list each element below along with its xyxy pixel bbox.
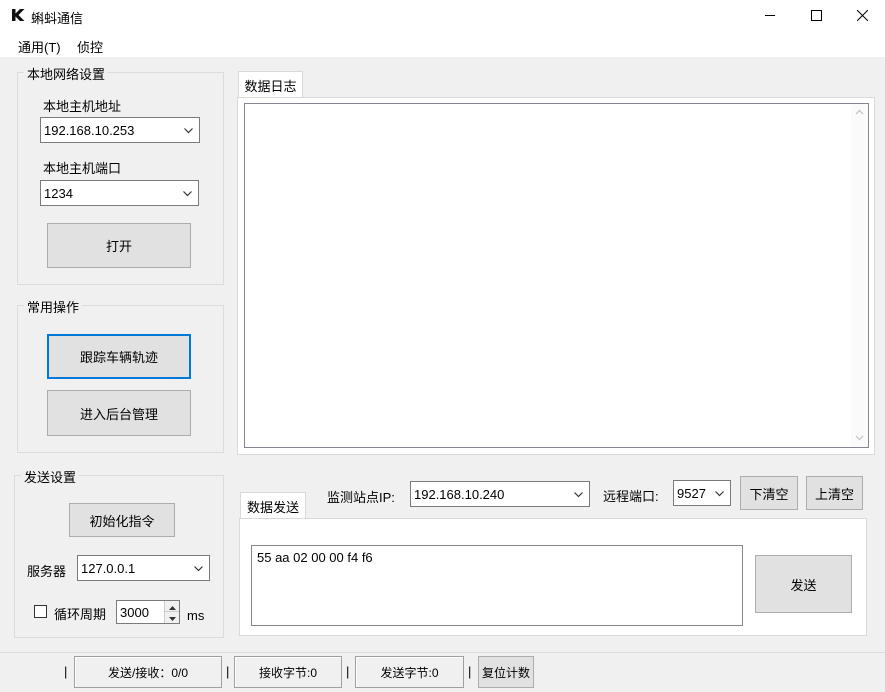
tab-data-send[interactable]: 数据发送 bbox=[240, 492, 306, 519]
app-logo-icon bbox=[12, 9, 25, 21]
chevron-down-icon bbox=[194, 566, 203, 572]
menu-bar: 通用(T) 侦控 bbox=[0, 31, 885, 58]
server-combo[interactable]: 127.0.0.1 bbox=[77, 555, 210, 581]
stepper-up-button[interactable] bbox=[164, 601, 179, 612]
loop-period-stepper[interactable]: 3000 bbox=[116, 600, 180, 624]
close-button[interactable] bbox=[839, 0, 885, 31]
host-address-label: 本地主机地址 bbox=[43, 99, 122, 114]
send-bytes-count: 发送字节:0 bbox=[355, 656, 464, 688]
send-settings-legend: 发送设置 bbox=[21, 467, 80, 486]
loop-period-value: 3000 bbox=[120, 605, 149, 620]
send-button[interactable]: 发送 bbox=[755, 555, 852, 613]
host-port-combo[interactable]: 1234 bbox=[40, 180, 199, 206]
server-value: 127.0.0.1 bbox=[81, 560, 136, 576]
clear-down-button[interactable]: 下清空 bbox=[740, 476, 798, 510]
server-label: 服务器 bbox=[27, 564, 67, 579]
close-icon bbox=[856, 10, 868, 21]
stepper-down-button[interactable] bbox=[164, 612, 179, 623]
chevron-down-icon bbox=[184, 128, 193, 134]
common-ops-legend: 常用操作 bbox=[24, 297, 83, 316]
host-address-combo[interactable]: 192.168.10.253 bbox=[40, 117, 200, 143]
scroll-up-icon bbox=[855, 109, 864, 115]
data-log-scrollbar[interactable] bbox=[851, 104, 868, 447]
minimize-button[interactable] bbox=[747, 0, 793, 31]
reset-count-button[interactable]: 复位计数 bbox=[478, 656, 534, 688]
title-bar: 蝌蚪通信 bbox=[0, 0, 885, 31]
chevron-down-icon bbox=[715, 491, 724, 497]
loop-label: 循环周期 bbox=[54, 607, 107, 622]
admin-button[interactable]: 进入后台管理 bbox=[47, 390, 191, 436]
payload-text: 55 aa 02 00 00 f4 f6 bbox=[257, 550, 373, 565]
clear-up-button[interactable]: 上清空 bbox=[806, 476, 863, 510]
status-separator: | bbox=[468, 664, 472, 679]
open-button[interactable]: 打开 bbox=[47, 223, 191, 268]
chevron-down-icon bbox=[574, 492, 583, 498]
status-separator: | bbox=[346, 664, 350, 679]
arrow-down-icon bbox=[169, 617, 176, 621]
remote-port-combo[interactable]: 9527 bbox=[673, 480, 731, 506]
recv-bytes-count: 接收字节:0 bbox=[234, 656, 342, 688]
station-ip-value: 192.168.10.240 bbox=[414, 486, 505, 502]
remote-port-label: 远程端口: bbox=[603, 489, 659, 504]
host-address-value: 192.168.10.253 bbox=[44, 122, 135, 138]
maximize-button[interactable] bbox=[793, 0, 839, 31]
host-port-value: 1234 bbox=[44, 185, 73, 201]
send-receive-count: 发送/接收：0/0 bbox=[74, 656, 222, 688]
tab-data-log[interactable]: 数据日志 bbox=[238, 71, 303, 98]
track-vehicle-button[interactable]: 跟踪车辆轨迹 bbox=[47, 334, 191, 379]
payload-textarea[interactable]: 55 aa 02 00 00 f4 f6 bbox=[251, 545, 743, 626]
remote-port-value: 9527 bbox=[677, 485, 706, 501]
scroll-down-icon bbox=[855, 435, 864, 441]
minimize-icon bbox=[764, 15, 775, 16]
status-separator: | bbox=[226, 664, 230, 679]
station-ip-combo[interactable]: 192.168.10.240 bbox=[410, 481, 590, 507]
chevron-down-icon bbox=[183, 191, 192, 197]
local-network-legend: 本地网络设置 bbox=[24, 64, 109, 83]
maximize-icon bbox=[810, 10, 822, 21]
init-command-button[interactable]: 初始化指令 bbox=[69, 503, 175, 537]
loop-checkbox[interactable] bbox=[34, 605, 47, 618]
menu-item-surveillance[interactable]: 侦控 bbox=[77, 37, 103, 56]
loop-unit: ms bbox=[187, 608, 205, 623]
window-title: 蝌蚪通信 bbox=[31, 11, 84, 26]
menu-item-general[interactable]: 通用(T) bbox=[18, 37, 61, 56]
data-log-textarea[interactable] bbox=[244, 103, 869, 448]
host-port-label: 本地主机端口 bbox=[43, 161, 122, 176]
status-separator: | bbox=[64, 664, 68, 679]
station-ip-label: 监测站点IP: bbox=[327, 490, 395, 505]
